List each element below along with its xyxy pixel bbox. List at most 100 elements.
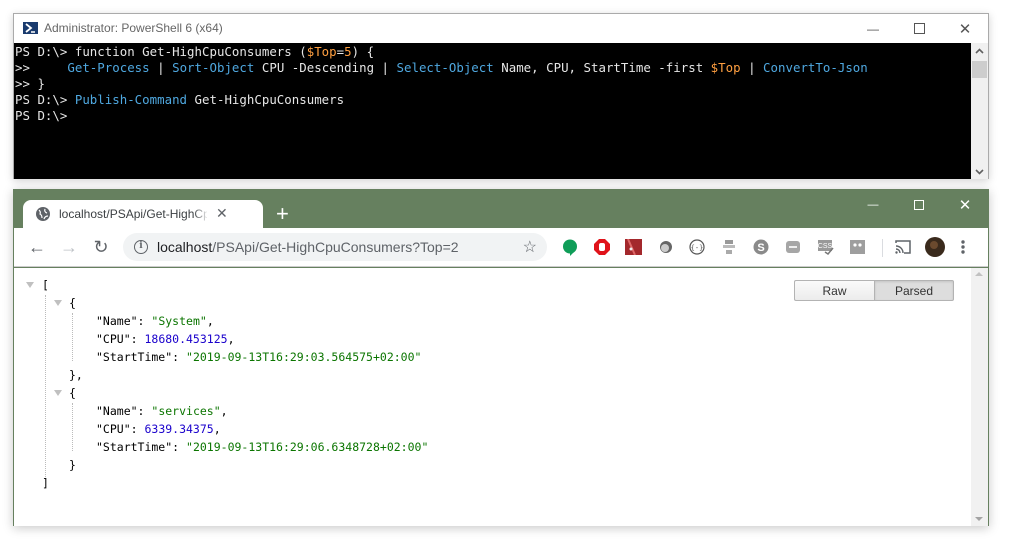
toolbar-separator (882, 239, 883, 257)
forward-button[interactable]: → (56, 234, 82, 260)
powershell-titlebar[interactable]: Administrator: PowerShell 6 (x64) — ✕ (14, 14, 988, 43)
terminal-token: Sort-Object (172, 60, 255, 75)
terminal-token: Name, CPU, StartTime -first (493, 60, 711, 75)
minimize-icon: — (867, 21, 879, 36)
terminal-line: PS D:\> (15, 108, 972, 124)
terminal-line: PS D:\> function Get-HighCpuConsumers ($… (15, 44, 972, 60)
terminal-token: Get-HighCpuConsumers (187, 92, 345, 107)
terminal-line: >> } (15, 76, 972, 92)
minimize-button[interactable]: — (850, 190, 896, 220)
close-icon: ✕ (958, 197, 972, 214)
powershell-icon (23, 22, 38, 34)
indent-guide (72, 403, 73, 451)
object-close-brace: }, (69, 368, 83, 382)
tab-close-icon[interactable]: ✕ (216, 205, 228, 222)
json-entry-cpu: "CPU": 6339.34375, (96, 422, 221, 436)
scroll-down-icon[interactable] (975, 167, 984, 177)
parsed-button[interactable]: Parsed (874, 280, 954, 301)
red-extension-icon[interactable] (625, 238, 642, 256)
terminal-token: Select-Object (396, 60, 494, 75)
bookmark-star-icon[interactable]: ☆ (523, 237, 537, 257)
collapse-toggle-icon[interactable] (54, 390, 62, 396)
robot-icon[interactable] (849, 239, 865, 255)
array-open-bracket: [ (42, 278, 49, 292)
page-scrollbar[interactable] (971, 268, 988, 526)
close-button[interactable]: ✕ (942, 190, 988, 220)
menu-kebab-icon[interactable] (960, 239, 976, 255)
print-friendly-icon[interactable] (721, 239, 737, 255)
browser-window: localhost/PSApi/Get-HighCpuConsumers?Top… (13, 189, 989, 526)
json-entry-starttime: "StartTime": "2019-09-13T16:29:03.564575… (96, 350, 422, 364)
scroll-up-icon[interactable] (975, 46, 984, 56)
scroll-thumb[interactable] (972, 61, 987, 78)
terminal-token: = (336, 44, 345, 59)
info-icon[interactable]: i (134, 240, 148, 254)
close-icon: ✕ (958, 20, 972, 38)
indent-guide (72, 313, 73, 361)
view-toggle: Raw Parsed (794, 280, 954, 301)
url-path: /PSApi/Get-HighCpuConsumers?Top=2 (212, 239, 459, 255)
cast-icon[interactable] (894, 239, 911, 255)
terminal-token: $Top (306, 44, 337, 59)
json-formatter-icon[interactable]: {-} (689, 239, 705, 255)
page-content: Raw Parsed [ { "Name": "System", "CPU": … (14, 268, 988, 526)
close-button[interactable]: ✕ (942, 14, 988, 43)
url-text[interactable]: localhost/PSApi/Get-HighCpuConsumers?Top… (157, 239, 459, 255)
address-bar[interactable]: i localhost/PSApi/Get-HighCpuConsumers?T… (123, 233, 547, 261)
tab-title: localhost/PSApi/Get-HighCpuConsumers?Top… (59, 207, 207, 221)
grey-box-icon[interactable] (785, 239, 801, 255)
browser-tab[interactable]: localhost/PSApi/Get-HighCpuConsumers?Top… (23, 200, 263, 229)
svg-text:{-}: {-} (691, 244, 704, 252)
minimize-icon: — (867, 199, 879, 211)
maximize-button[interactable] (896, 190, 942, 220)
terminal-token: ) { (351, 44, 375, 59)
maximize-icon (914, 200, 924, 210)
maximize-icon (913, 23, 925, 34)
url-host: localhost (157, 239, 213, 255)
profile-avatar[interactable] (925, 237, 945, 257)
array-close-bracket: ] (42, 476, 49, 490)
forward-arrow-icon: → (60, 236, 78, 257)
adblock-icon[interactable] (594, 239, 610, 255)
maximize-button[interactable] (896, 14, 942, 43)
raw-button[interactable]: Raw (794, 280, 874, 301)
json-entry-cpu: "CPU": 18680.453125, (96, 332, 235, 346)
terminal-token: ConvertTo-Json (763, 60, 868, 75)
json-entry-starttime: "StartTime": "2019-09-13T16:29:06.634872… (96, 440, 429, 454)
terminal-scrollbar[interactable] (971, 43, 988, 179)
object-close-brace: } (69, 458, 76, 472)
collapse-toggle-icon[interactable] (26, 282, 34, 288)
terminal-token: CPU -Descending | (254, 60, 397, 75)
terminal-line: >> Get-Process | Sort-Object CPU -Descen… (15, 60, 972, 76)
indent-guide (45, 295, 46, 479)
terminal-token: | (149, 60, 173, 75)
terminal-token: Publish-Command (74, 92, 188, 107)
skype-icon[interactable]: S (753, 239, 769, 255)
terminal-console[interactable]: PS D:\> function Get-HighCpuConsumers ($… (14, 43, 972, 179)
collapse-toggle-icon[interactable] (54, 300, 62, 306)
scroll-up-icon[interactable] (975, 272, 983, 276)
css-viewer-icon[interactable]: CSS (817, 239, 834, 255)
back-button[interactable]: ← (24, 234, 50, 260)
minimize-button[interactable]: — (850, 14, 896, 43)
object-open-brace: { (69, 296, 76, 310)
terminal-token: Get-Process (67, 60, 150, 75)
terminal-token: | (740, 60, 764, 75)
svg-text:CSS: CSS (818, 243, 833, 250)
grey-circle-icon[interactable] (658, 239, 674, 255)
terminal-token: PS D:\> (15, 92, 75, 107)
object-open-brace: { (69, 386, 76, 400)
hangouts-icon[interactable] (562, 239, 578, 256)
powershell-window: Administrator: PowerShell 6 (x64) — ✕ PS… (13, 13, 989, 179)
back-arrow-icon: ← (28, 236, 46, 257)
terminal-token: >> (15, 60, 68, 75)
terminal-token: $Top (710, 60, 741, 75)
tab-strip[interactable]: localhost/PSApi/Get-HighCpuConsumers?Top… (14, 190, 988, 229)
reload-button[interactable]: ↻ (88, 234, 114, 260)
new-tab-button[interactable]: + (276, 203, 289, 225)
scroll-down-icon[interactable] (975, 517, 983, 521)
terminal-token: 5 (344, 44, 352, 59)
terminal-token: >> } (15, 76, 45, 91)
browser-toolbar: ← → ↻ i localhost/PSApi/Get-HighCpuConsu… (14, 228, 988, 267)
terminal-token: PS D:\> (15, 108, 68, 123)
